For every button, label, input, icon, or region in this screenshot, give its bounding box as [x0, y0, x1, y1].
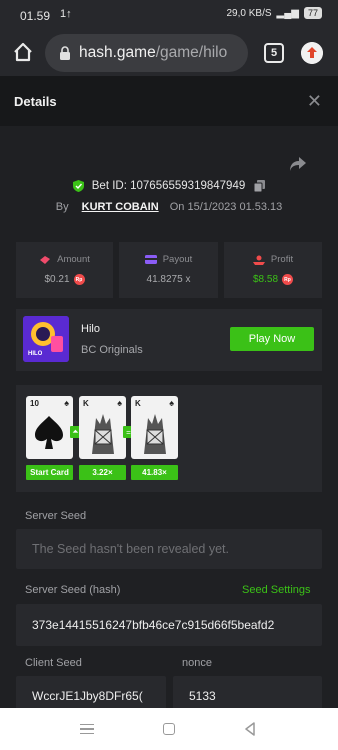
status-bar: 01.59 1↑ 29,0 KB/S ▂▄▆ 77 — [0, 0, 338, 30]
thumb-text: HILO — [28, 351, 43, 357]
user-link[interactable]: KURT COBAIN — [82, 201, 159, 213]
card-start: 10 ♠ — [26, 396, 73, 459]
by-label: By — [55, 201, 69, 213]
payout-icon — [144, 255, 157, 264]
profit-value: $8.58 — [252, 274, 279, 285]
page-title: Details — [14, 94, 57, 109]
payout-label: Payout — [162, 254, 193, 265]
play-now-button[interactable]: Play Now — [230, 327, 314, 351]
bet-id-line: Bet ID: 107656559319847949 — [0, 180, 338, 192]
amount-panel: Amount $0.21 Rp — [16, 242, 113, 298]
copy-icon[interactable] — [254, 180, 266, 192]
server-hash-label: Server Seed (hash) — [25, 584, 121, 596]
king-figure-icon — [92, 414, 114, 454]
server-hash-field: 373e14415516247bfb46ce7c915d66f5beafd2 — [16, 604, 322, 646]
recent-apps-icon[interactable] — [80, 724, 94, 734]
signal-icon: ▂▄▆ — [276, 7, 299, 19]
game-name: Hilo — [81, 323, 100, 335]
profit-panel: Profit $8.58 Rp — [224, 242, 322, 298]
hilo-thumbnail: HILO — [23, 316, 69, 362]
bet-date: 15/1/2023 01.53.13 — [187, 201, 283, 213]
game-row: HILO Hilo BC Originals Play Now — [16, 309, 322, 371]
amount-icon — [40, 255, 51, 264]
system-icons: 29,0 KB/S ▂▄▆ 77 — [226, 7, 322, 19]
start-card-tag: Start Card — [26, 465, 73, 480]
seed-settings-link[interactable]: Seed Settings — [242, 584, 311, 596]
spade-icon — [35, 416, 63, 449]
amount-label: Amount — [57, 254, 90, 265]
home-icon[interactable] — [12, 41, 34, 63]
details-header: Details ✕ — [0, 76, 338, 126]
browser-toolbar: hash.game/game/hilo 5 — [0, 30, 338, 76]
tab-switcher-button[interactable]: 5 — [264, 43, 284, 63]
client-seed-label: Client Seed — [25, 657, 82, 669]
home-nav-icon[interactable] — [163, 723, 175, 735]
nonce-label: nonce — [182, 657, 212, 669]
payout-panel: Payout 41.8275 x — [119, 242, 218, 298]
currency-icon: Rp — [73, 274, 85, 285]
system-nav-bar — [0, 708, 338, 750]
bet-byline: By KURT COBAIN On 15/1/2023 01.53.13 — [0, 201, 338, 213]
profit-icon — [252, 255, 265, 265]
cards-panel: 10 ♠ ⏶ K ♠ = K ♠ Start Card 3.22× 41.83× — [16, 385, 322, 492]
server-seed-label: Server Seed — [25, 510, 87, 522]
network-speed: 29,0 KB/S — [226, 7, 272, 19]
bet-id-label: Bet ID: — [91, 180, 127, 193]
profit-label: Profit — [270, 254, 294, 265]
close-button[interactable]: ✕ — [307, 92, 322, 110]
server-seed-field: The Seed hasn't been revealed yet. — [16, 529, 322, 569]
multiplier-tag: 41.83× — [131, 465, 178, 480]
card-2: K ♠ — [79, 396, 126, 459]
share-icon[interactable] — [289, 156, 307, 172]
battery-icon: 77 — [303, 7, 322, 19]
back-icon[interactable] — [243, 722, 257, 736]
browser-shield-icon[interactable] — [301, 42, 323, 64]
lock-icon — [60, 46, 70, 60]
king-figure-icon — [144, 414, 166, 454]
verified-shield-icon — [72, 180, 84, 192]
status-indicators: 1↑ — [60, 8, 72, 20]
bet-id-value: 107656559319847949 — [130, 180, 246, 193]
amount-value: $0.21 — [44, 274, 70, 285]
clock: 01.59 — [20, 9, 51, 23]
url-path: /game/hilo — [155, 44, 228, 61]
payout-value: 41.8275 x — [146, 274, 191, 285]
game-provider: BC Originals — [81, 344, 143, 356]
card-3: K ♠ — [131, 396, 178, 459]
url-host: hash.game — [79, 44, 156, 61]
multiplier-tag: 3.22× — [79, 465, 126, 480]
address-bar[interactable]: hash.game/game/hilo — [45, 34, 248, 72]
currency-icon: Rp — [282, 274, 294, 285]
on-label: On — [169, 201, 185, 213]
